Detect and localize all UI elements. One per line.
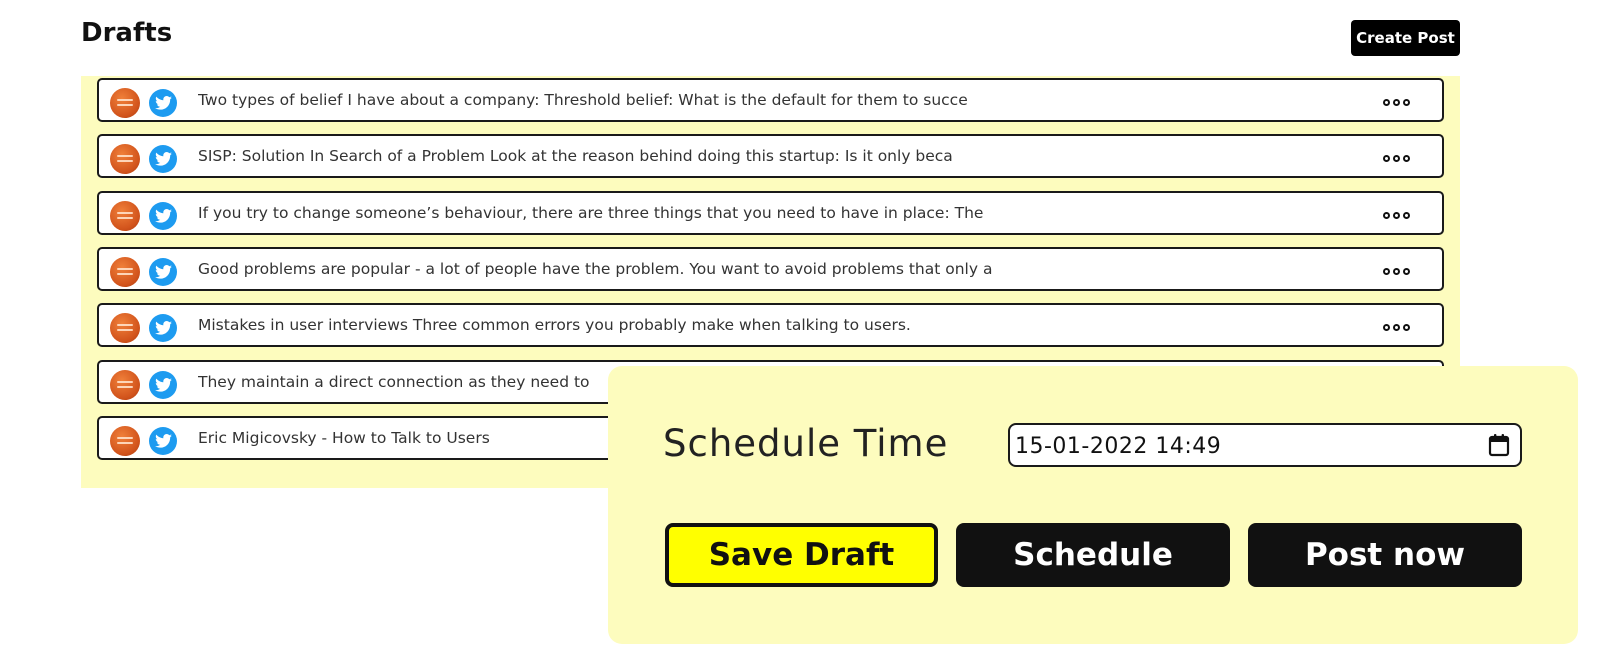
avatar — [110, 257, 140, 287]
draft-text: SISP: Solution In Search of a Problem Lo… — [198, 147, 953, 165]
post-now-button[interactable]: Post now — [1248, 523, 1522, 587]
more-options-icon[interactable] — [1376, 256, 1416, 286]
avatar — [110, 313, 140, 343]
twitter-icon — [149, 258, 177, 286]
page-title: Drafts — [81, 18, 173, 48]
twitter-icon — [149, 314, 177, 342]
twitter-icon — [149, 89, 177, 117]
draft-item[interactable]: SISP: Solution In Search of a Problem Lo… — [97, 134, 1444, 178]
draft-text: Two types of belief I have about a compa… — [198, 91, 968, 109]
avatar — [110, 426, 140, 456]
twitter-icon — [149, 427, 177, 455]
more-options-icon[interactable] — [1376, 200, 1416, 230]
more-options-icon[interactable] — [1376, 87, 1416, 117]
draft-item[interactable]: Good problems are popular - a lot of peo… — [97, 247, 1444, 291]
schedule-panel: Schedule Time 15-01-2022 14:49 Save Draf… — [608, 366, 1578, 644]
save-draft-button[interactable]: Save Draft — [665, 523, 938, 587]
calendar-icon[interactable] — [1488, 433, 1510, 457]
schedule-time-label: Schedule Time — [663, 422, 949, 465]
avatar — [110, 201, 140, 231]
avatar — [110, 88, 140, 118]
twitter-icon — [149, 371, 177, 399]
draft-text: Mistakes in user interviews Three common… — [198, 316, 911, 334]
draft-item[interactable]: Mistakes in user interviews Three common… — [97, 303, 1444, 347]
more-options-icon[interactable] — [1376, 143, 1416, 173]
draft-item[interactable]: If you try to change someone’s behaviour… — [97, 191, 1444, 235]
schedule-button[interactable]: Schedule — [956, 523, 1230, 587]
avatar — [110, 144, 140, 174]
avatar — [110, 370, 140, 400]
twitter-icon — [149, 202, 177, 230]
more-options-icon[interactable] — [1376, 312, 1416, 342]
draft-text: Good problems are popular - a lot of peo… — [198, 260, 993, 278]
draft-item[interactable]: Two types of belief I have about a compa… — [97, 78, 1444, 122]
twitter-icon — [149, 145, 177, 173]
datetime-value: 15-01-2022 14:49 — [1015, 434, 1222, 459]
create-post-button[interactable]: Create Post — [1351, 20, 1460, 56]
schedule-datetime-input[interactable]: 15-01-2022 14:49 — [1008, 423, 1522, 467]
draft-text: If you try to change someone’s behaviour… — [198, 204, 984, 222]
